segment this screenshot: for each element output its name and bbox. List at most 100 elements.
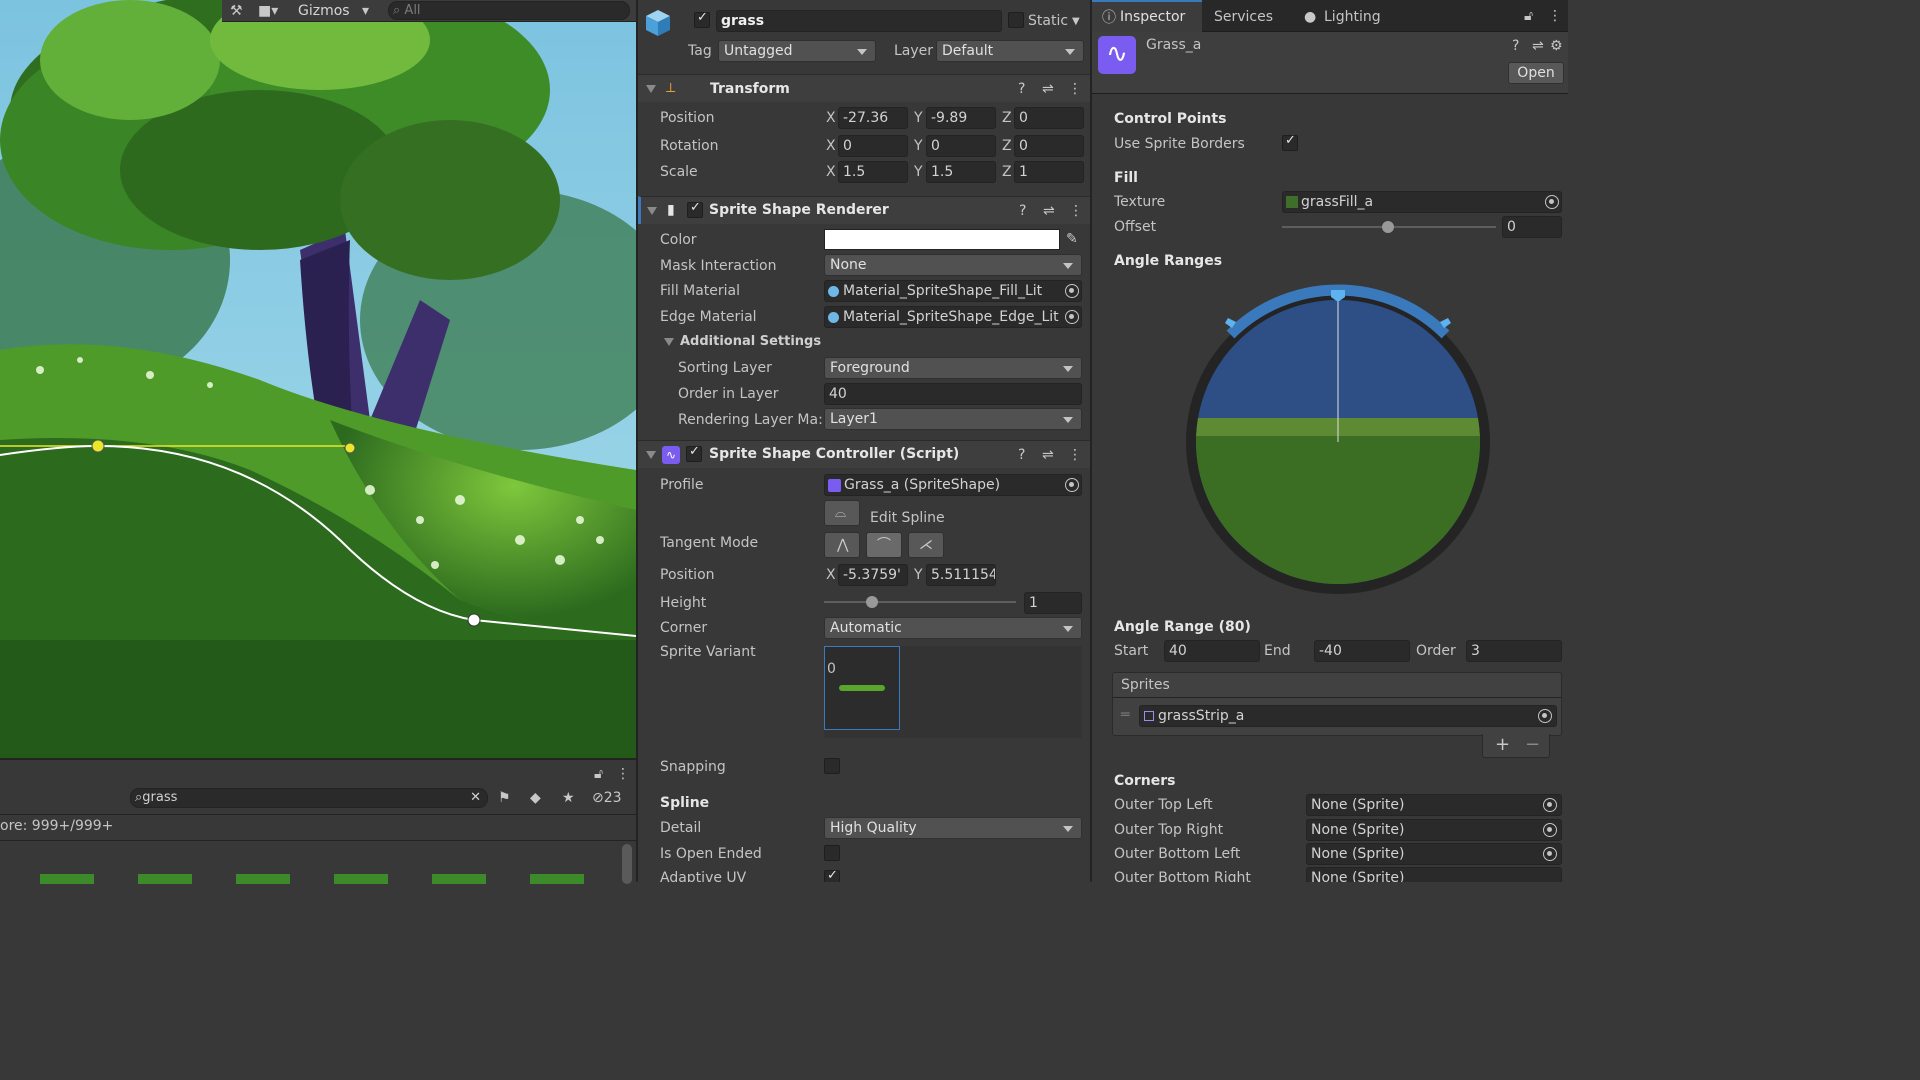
position-y-field[interactable]: -9.89 (926, 107, 996, 129)
component-menu-icon[interactable]: ⋮ (1069, 203, 1083, 219)
active-checkbox[interactable] (694, 10, 710, 28)
rotation-y-field[interactable]: 0 (926, 135, 996, 157)
scene-search-input[interactable]: ⌕ All (388, 1, 630, 20)
static-checkbox[interactable] (1008, 12, 1024, 28)
project-search-input[interactable]: ⌕grass ✕ (130, 788, 488, 808)
object-picker-icon[interactable] (1065, 310, 1079, 324)
asset-thumb[interactable] (138, 874, 192, 884)
open-button[interactable]: Open (1508, 62, 1564, 84)
point-position-y-field[interactable]: 5.511154 (926, 564, 996, 586)
tab-lighting[interactable]: Lighting (1324, 7, 1381, 27)
edge-material-field[interactable]: Material_SpriteShape_Edge_Lit (824, 306, 1082, 328)
object-picker-icon[interactable] (1543, 798, 1557, 812)
gear-icon[interactable]: ⚙ (1550, 38, 1563, 54)
axis-y-label[interactable]: Y (914, 108, 923, 128)
component-menu-icon[interactable]: ⋮ (1068, 447, 1082, 463)
object-picker-icon[interactable] (1543, 847, 1557, 861)
presets-icon[interactable]: ⇌ (1042, 81, 1054, 97)
foldout-arrow-icon[interactable] (646, 451, 656, 459)
asset-thumb[interactable] (236, 874, 290, 884)
axis-x-label[interactable]: X (826, 565, 836, 585)
sprite-variant-thumb[interactable]: 0 (824, 646, 900, 730)
menu-kebab-icon[interactable]: ⋮ (1548, 8, 1562, 24)
position-z-field[interactable]: 0 (1014, 107, 1084, 129)
corner-outer-bottom-left-field[interactable]: None (Sprite) (1306, 843, 1562, 865)
open-ended-checkbox[interactable] (824, 845, 840, 861)
scrollbar[interactable] (622, 844, 632, 884)
tangent-linear-button[interactable]: ⋀ (824, 532, 860, 558)
object-picker-icon[interactable] (1065, 478, 1079, 492)
component-menu-icon[interactable]: ⋮ (1068, 81, 1082, 97)
filter-type-icon[interactable]: ⚑ (498, 790, 511, 806)
tag-dropdown[interactable]: Untagged (718, 40, 876, 62)
corner-outer-top-right-field[interactable]: None (Sprite) (1306, 819, 1562, 841)
angle-range-wheel[interactable] (1178, 274, 1498, 614)
offset-field[interactable]: 0 (1502, 216, 1562, 238)
height-slider-knob[interactable] (866, 596, 878, 608)
position-x-field[interactable]: -27.36 (838, 107, 908, 129)
object-picker-icon[interactable] (1545, 195, 1559, 209)
mask-interaction-dropdown[interactable]: None (824, 254, 1082, 276)
gizmos-button[interactable]: Gizmos (298, 1, 350, 21)
additional-settings-arrow-icon[interactable] (664, 338, 674, 346)
axis-x-label[interactable]: X (826, 136, 836, 156)
order-field[interactable]: 3 (1466, 640, 1562, 662)
rotation-z-field[interactable]: 0 (1014, 135, 1084, 157)
object-name-input[interactable]: grass (716, 10, 1002, 32)
fill-material-field[interactable]: Material_SpriteShape_Fill_Lit (824, 280, 1082, 302)
axis-z-label[interactable]: Z (1002, 162, 1012, 182)
scene-view[interactable]: ⚒ ■▾ Gizmos ▾ ⌕ All (0, 0, 636, 758)
point-position-x-field[interactable]: -5.3759' (838, 564, 908, 586)
tab-services[interactable]: Services (1214, 7, 1273, 27)
scale-y-field[interactable]: 1.5 (926, 161, 996, 183)
axis-z-label[interactable]: Z (1002, 136, 1012, 156)
use-sprite-borders-checkbox[interactable] (1282, 133, 1298, 151)
sorting-layer-dropdown[interactable]: Foreground (824, 357, 1082, 379)
profile-field[interactable]: Grass_a (SpriteShape) (824, 474, 1082, 496)
axis-y-label[interactable]: Y (914, 136, 923, 156)
filter-label-icon[interactable]: ◆ (530, 790, 541, 806)
help-icon[interactable]: ? (1018, 447, 1025, 463)
camera-icon[interactable]: ■▾ (258, 3, 278, 19)
transform-header[interactable]: ⟂ Transform ? ⇌ ⋮ (638, 74, 1090, 102)
corner-outer-top-left-field[interactable]: None (Sprite) (1306, 794, 1562, 816)
presets-icon[interactable]: ⇌ (1043, 203, 1055, 219)
scale-z-field[interactable]: 1 (1014, 161, 1084, 183)
clear-search-icon[interactable]: ✕ (470, 789, 481, 807)
remove-sprite-button[interactable]: − (1525, 736, 1540, 754)
favorite-star-icon[interactable]: ★ (562, 790, 575, 806)
menu-kebab-icon[interactable]: ⋮ (616, 766, 630, 782)
edit-spline-label[interactable]: Edit Spline (870, 508, 945, 528)
static-label[interactable]: Static (1028, 11, 1068, 31)
edit-spline-button[interactable]: ⌓ (824, 500, 860, 526)
renderer-enabled-checkbox[interactable] (687, 200, 703, 218)
sprite-shape-renderer-header[interactable]: ▮ Sprite Shape Renderer ? ⇌ ⋮ (638, 196, 1090, 224)
layer-dropdown[interactable]: Default (936, 40, 1084, 62)
height-slider[interactable] (824, 601, 1016, 603)
presets-icon[interactable]: ⇌ (1042, 447, 1054, 463)
start-field[interactable]: 40 (1164, 640, 1260, 662)
add-sprite-button[interactable]: + (1495, 736, 1510, 754)
static-dropdown-icon[interactable]: ▼ (1072, 14, 1080, 30)
end-field[interactable]: -40 (1314, 640, 1410, 662)
rotation-x-field[interactable]: 0 (838, 135, 908, 157)
help-icon[interactable]: ? (1018, 81, 1025, 97)
axis-y-label[interactable]: Y (914, 565, 923, 585)
detail-dropdown[interactable]: High Quality (824, 817, 1082, 839)
additional-settings-header[interactable]: Additional Settings (680, 332, 821, 352)
asset-thumb[interactable] (530, 874, 584, 884)
scale-x-field[interactable]: 1.5 (838, 161, 908, 183)
lock-icon[interactable]: 🔓︎ (594, 766, 603, 782)
sprite-shape-controller-header[interactable]: ∿ Sprite Shape Controller (Script) ? ⇌ ⋮ (638, 440, 1090, 468)
presets-icon[interactable]: ⇌ (1532, 38, 1544, 54)
object-picker-icon[interactable] (1065, 284, 1079, 298)
height-field[interactable]: 1 (1024, 592, 1082, 614)
tools-icon[interactable]: ⚒ (230, 3, 243, 19)
hidden-count-icon[interactable]: ⊘23 (592, 790, 622, 806)
asset-thumb[interactable] (40, 874, 94, 884)
gizmos-dropdown-icon[interactable]: ▾ (362, 3, 369, 19)
axis-x-label[interactable]: X (826, 162, 836, 182)
corner-dropdown[interactable]: Automatic (824, 617, 1082, 639)
corner-outer-bottom-right-field[interactable]: None (Sprite) (1306, 867, 1562, 882)
asset-thumb[interactable] (334, 874, 388, 884)
